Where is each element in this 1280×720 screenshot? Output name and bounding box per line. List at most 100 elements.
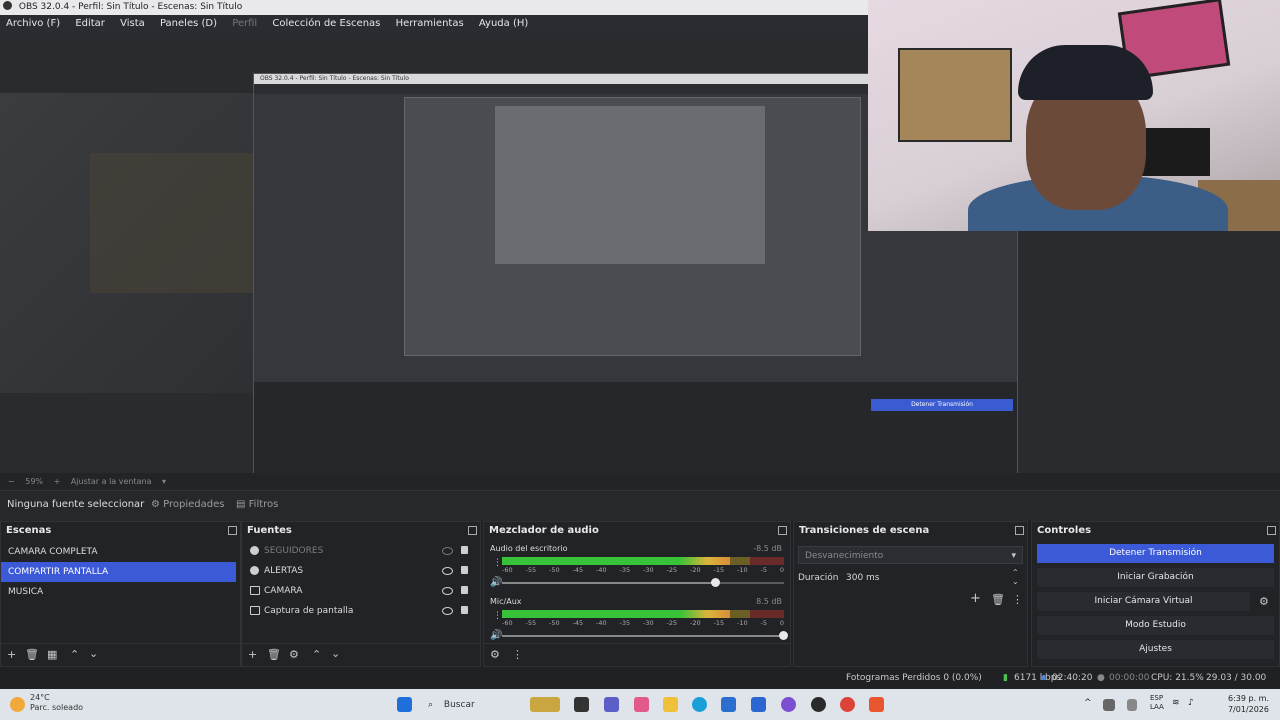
chevron-up-icon[interactable]: ^ [1084, 698, 1092, 708]
edge-icon[interactable] [692, 697, 707, 712]
kebab-menu-icon[interactable]: ⋮ [493, 611, 502, 622]
meter-tick-label: -15 [713, 566, 725, 574]
chrome-icon[interactable] [840, 697, 855, 712]
lock-icon[interactable] [461, 606, 468, 614]
taskbar-clock[interactable]: 6:39 p. m. 7/01/2026 [1203, 693, 1269, 715]
discord-icon[interactable] [781, 697, 796, 712]
windows-start-icon[interactable] [397, 697, 412, 712]
add-icon[interactable]: + [7, 649, 16, 660]
source-row[interactable]: SEGUIDORES [242, 541, 480, 561]
record-icon: ● [1097, 673, 1105, 683]
microphone-icon[interactable] [1127, 699, 1137, 711]
trash-icon[interactable]: 🗑 [267, 649, 281, 660]
stop-streaming-button[interactable]: Detener Transmisión [1037, 544, 1274, 563]
volume-slider[interactable] [502, 578, 784, 587]
eye-icon[interactable] [442, 587, 453, 595]
volume-slider[interactable] [502, 631, 788, 640]
eye-icon[interactable] [442, 607, 453, 615]
meter-tick-label: -10 [737, 619, 748, 627]
move-up-icon[interactable]: ⌃ [70, 649, 79, 660]
duration-input[interactable]: 300 ms [846, 573, 880, 583]
gear-icon[interactable]: ⚙ [289, 649, 299, 660]
slider-knob[interactable] [711, 578, 721, 587]
fit-window-select[interactable]: Ajustar a la ventana [71, 477, 152, 486]
menu-docks[interactable]: Paneles (D) [154, 15, 223, 33]
speaker-icon[interactable]: 🔊 [490, 577, 502, 588]
copilot-icon[interactable] [634, 697, 649, 712]
source-row[interactable]: CAMARA [242, 581, 480, 601]
lock-icon[interactable] [461, 566, 468, 574]
source-row[interactable]: ALERTAS [242, 561, 480, 581]
kebab-menu-icon[interactable]: ⋮ [1012, 594, 1023, 605]
lock-icon[interactable] [461, 546, 468, 554]
weather-icon[interactable] [10, 697, 25, 712]
transition-select[interactable]: Desvanecimiento ▾ [798, 546, 1023, 564]
chevron-down-icon[interactable]: ▾ [162, 477, 166, 486]
kebab-menu-icon[interactable]: ⋮ [493, 558, 502, 569]
volume-icon[interactable]: ♪ [1188, 698, 1194, 708]
kebab-menu-icon[interactable]: ⋮ [512, 649, 523, 660]
lang-bottom: LAA [1150, 703, 1164, 711]
popout-icon[interactable] [778, 526, 787, 535]
store-icon[interactable] [721, 697, 736, 712]
outlook-icon[interactable] [751, 697, 766, 712]
add-icon[interactable]: + [970, 592, 981, 605]
trash-icon[interactable]: 🗑 [991, 594, 1005, 605]
meter-ticks: -60 -55 -50 -45 -40 -35 -30 -25 -20 -15 -10 -5 0 [502, 619, 784, 627]
properties-button[interactable]: ⚙ Propiedades [151, 491, 224, 519]
eye-icon[interactable] [442, 567, 453, 575]
add-icon[interactable]: + [248, 649, 257, 660]
scene-item-active[interactable]: COMPARTIR PANTALLA [1, 562, 236, 582]
menu-file[interactable]: Archivo (F) [0, 15, 66, 33]
popout-icon[interactable] [1015, 526, 1024, 535]
move-down-icon[interactable]: ⌄ [89, 648, 98, 659]
teams-icon[interactable] [604, 697, 619, 712]
start-virtual-camera-button[interactable]: Iniciar Cámara Virtual [1037, 592, 1250, 611]
popout-icon[interactable] [468, 526, 477, 535]
filters-button[interactable]: ▤ Filtros [236, 491, 278, 519]
task-view-icon[interactable] [574, 697, 589, 712]
weather-widget[interactable]: 24°C Parc. soleado [30, 693, 83, 713]
popout-icon[interactable] [228, 526, 237, 535]
filter-icon[interactable]: ▦ [47, 649, 57, 660]
file-explorer-icon[interactable] [663, 697, 678, 712]
eye-hidden-icon[interactable] [442, 547, 453, 555]
tray-app-icon[interactable] [1103, 699, 1115, 711]
menu-help[interactable]: Ayuda (H) [473, 15, 534, 33]
speaker-icon[interactable]: 🔊 [490, 630, 502, 641]
move-down-icon[interactable]: ⌄ [331, 648, 340, 659]
slider-knob[interactable] [779, 631, 788, 640]
brave-icon[interactable] [869, 697, 884, 712]
menu-scene-collection[interactable]: Colección de Escenas [266, 15, 386, 33]
zoom-out-icon[interactable]: − [8, 477, 15, 486]
menu-tools[interactable]: Herramientas [390, 15, 470, 33]
lock-icon[interactable] [461, 586, 468, 594]
spin-down-icon[interactable]: ⌄ [1012, 576, 1019, 587]
menu-view[interactable]: Vista [114, 15, 151, 33]
menu-profile[interactable]: Perfil [226, 15, 263, 33]
wifi-icon[interactable]: ≋ [1172, 698, 1180, 708]
signal-icon: ▮ [1003, 673, 1008, 683]
settings-button[interactable]: Ajustes [1037, 640, 1274, 659]
studio-mode-button[interactable]: Modo Estudio [1037, 616, 1274, 635]
source-row[interactable]: Captura de pantalla [242, 601, 480, 621]
move-up-icon[interactable]: ⌃ [312, 649, 321, 660]
language-indicator[interactable]: ESP LAA [1150, 694, 1164, 712]
advanced-audio-icon[interactable]: ⚙ [490, 649, 500, 660]
start-recording-button[interactable]: Iniciar Grabación [1037, 568, 1274, 587]
trash-icon[interactable]: 🗑 [25, 649, 39, 660]
gear-icon[interactable]: ⚙ [1259, 596, 1269, 607]
zoom-in-icon[interactable]: + [54, 477, 61, 486]
popout-icon[interactable] [1267, 526, 1276, 535]
scene-item[interactable]: CAMARA COMPLETA [1, 542, 236, 562]
transitions-header: Transiciones de escena [794, 522, 1027, 539]
scenes-header: Escenas [1, 522, 240, 539]
scene-item[interactable]: MUSICA [1, 582, 236, 602]
obs-icon[interactable] [811, 697, 826, 712]
menu-edit[interactable]: Editar [69, 15, 111, 33]
channel-name: Mic/Aux [490, 597, 522, 606]
scenes-title: Escenas [6, 525, 52, 536]
meter-tick-label: -60 [502, 619, 513, 627]
monitor-icon [250, 606, 260, 615]
meter-fill [502, 557, 731, 565]
